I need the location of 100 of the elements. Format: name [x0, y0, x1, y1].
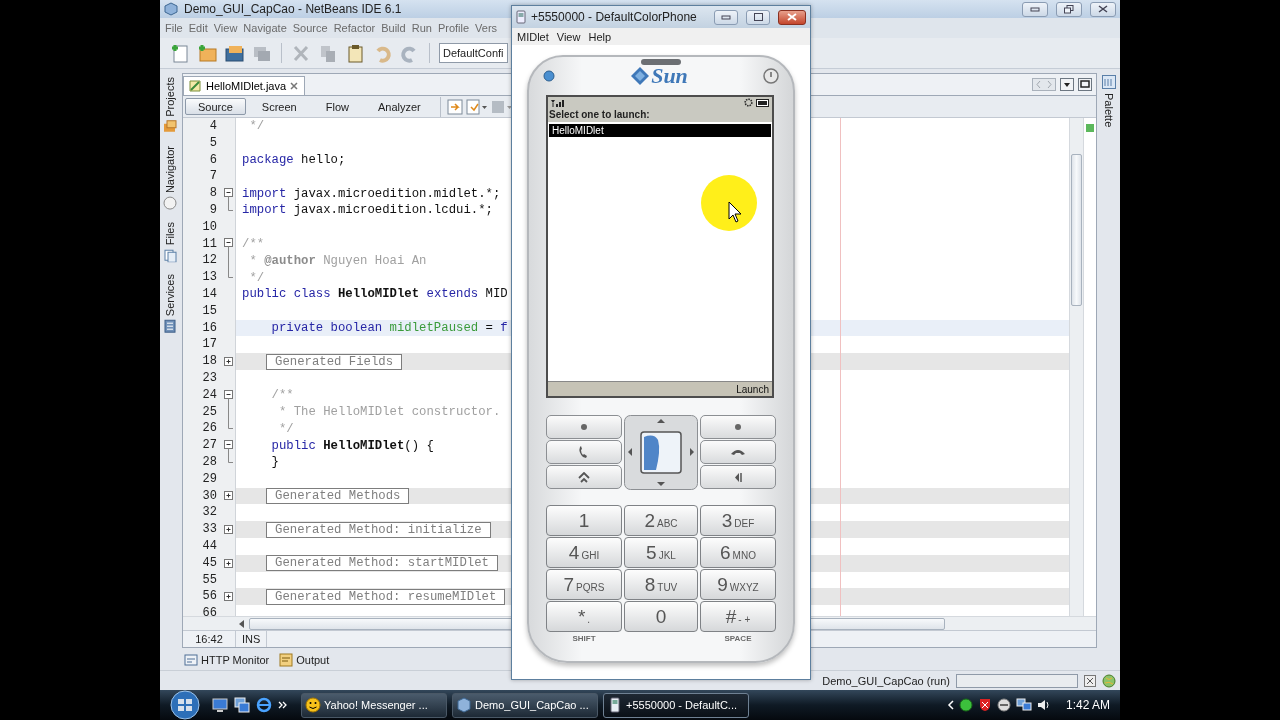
fold-expand-icon[interactable]: [222, 356, 234, 368]
close-icon[interactable]: [290, 82, 299, 90]
fold-collapse-icon[interactable]: [222, 235, 234, 253]
palette-icon: [1102, 75, 1116, 89]
folded-code-label: Generated Method: resumeMIDlet: [266, 588, 506, 605]
editor-tab[interactable]: HelloMIDlet.java: [183, 76, 306, 95]
maximize-icon[interactable]: [1078, 78, 1092, 91]
dropdown-icon[interactable]: [1060, 78, 1074, 91]
window-switch-icon[interactable]: [234, 697, 250, 713]
fold-collapse-icon[interactable]: [222, 437, 234, 455]
left-soft-key[interactable]: [546, 415, 622, 439]
scroll-left-icon[interactable]: [239, 619, 245, 628]
menu-item[interactable]: Build: [378, 22, 409, 34]
menu-item[interactable]: Navigate: [240, 22, 290, 34]
taskbar-button[interactable]: Yahoo! Messenger ...: [301, 692, 447, 718]
status-dot-icon[interactable]: [958, 698, 973, 712]
cancel-icon[interactable]: [1084, 674, 1096, 687]
line-number: 33: [201, 521, 218, 538]
side-tab[interactable]: Services: [163, 274, 177, 334]
keypad-key[interactable]: *.: [546, 601, 622, 632]
keypad-key[interactable]: 2 ABC: [624, 505, 698, 536]
keypad-key[interactable]: 7 PQRS: [546, 569, 622, 600]
fold-expand-icon[interactable]: [222, 591, 234, 603]
menu-item[interactable]: Help: [588, 30, 612, 43]
scrollbar-thumb[interactable]: [1071, 154, 1082, 306]
desktop-icon[interactable]: [212, 697, 228, 713]
keypad-key[interactable]: 8TUV: [624, 569, 698, 600]
close-button[interactable]: [778, 9, 806, 25]
softkey-label[interactable]: Launch: [736, 383, 769, 395]
speaker-icon[interactable]: [1036, 698, 1051, 712]
fold-guide-line: [227, 202, 233, 211]
call-key[interactable]: [546, 440, 622, 464]
view-tab[interactable]: Flow: [312, 98, 362, 115]
menu-item[interactable]: Refactor: [330, 22, 379, 34]
menu-item[interactable]: Edit: [185, 22, 211, 34]
keypad-key[interactable]: 5 JKL: [624, 537, 698, 568]
menu-item[interactable]: Vers: [472, 22, 501, 34]
maximize-button[interactable]: [746, 9, 770, 25]
key-label: SPACE: [723, 634, 753, 643]
view-tab[interactable]: Analyzer: [364, 98, 434, 115]
home-key[interactable]: [546, 465, 622, 489]
menu-item[interactable]: Run: [408, 22, 435, 34]
keypad-key[interactable]: 0: [624, 601, 698, 632]
menu-item[interactable]: View: [210, 22, 241, 34]
restore-button[interactable]: [1056, 1, 1082, 17]
output-tab[interactable]: HTTP Monitor: [184, 653, 270, 667]
history-icon[interactable]: [446, 98, 463, 115]
chevron-left-icon[interactable]: [946, 700, 954, 710]
menu-item[interactable]: Profile: [434, 22, 473, 34]
power-button-icon[interactable]: [763, 68, 779, 84]
side-tab[interactable]: Navigator: [163, 145, 177, 210]
right-soft-key[interactable]: [700, 415, 776, 439]
fold-collapse-icon[interactable]: [222, 185, 234, 203]
side-tab[interactable]: Projects: [163, 77, 177, 134]
menu-item[interactable]: View: [556, 30, 581, 43]
keypad-key[interactable]: 9 WXYZ: [700, 569, 776, 600]
view-tab[interactable]: Source: [185, 98, 246, 115]
dot-icon: [735, 424, 741, 430]
back-key[interactable]: [700, 465, 776, 489]
minimize-button[interactable]: [714, 9, 738, 25]
side-tab[interactable]: Palette: [1102, 75, 1116, 128]
brand-logo: Sun: [630, 63, 688, 89]
shield-icon[interactable]: [977, 698, 992, 712]
line-number: 9: [208, 202, 218, 219]
menu-item[interactable]: Source: [289, 22, 331, 34]
paste-icon[interactable]: [345, 42, 366, 64]
network-icon[interactable]: [1015, 698, 1032, 712]
document-icon[interactable]: [465, 98, 488, 115]
keypad-key[interactable]: 6 MNO: [700, 537, 776, 568]
files-icon: [163, 248, 177, 263]
start-button[interactable]: [168, 690, 202, 720]
more-icon[interactable]: [278, 700, 288, 710]
line-number: 24: [201, 386, 218, 404]
keypad-key[interactable]: 4 GHI: [546, 537, 622, 568]
minimize-button[interactable]: [1022, 1, 1048, 17]
circle-icon[interactable]: [996, 698, 1011, 712]
fold-expand-icon[interactable]: [222, 490, 234, 502]
menu-item[interactable]: MIDlet: [517, 30, 549, 43]
view-tab[interactable]: Screen: [248, 98, 310, 115]
browser-icon[interactable]: [256, 697, 272, 713]
taskbar-button[interactable]: +5550000 - DefaultC...: [603, 692, 749, 718]
fold-expand-icon[interactable]: [222, 557, 234, 569]
new-project-icon[interactable]: [197, 42, 218, 64]
keypad-key[interactable]: #- +: [700, 601, 776, 632]
fold-expand-icon[interactable]: [222, 524, 234, 535]
globe-icon[interactable]: [1102, 673, 1116, 688]
keypad-key[interactable]: 1: [546, 505, 622, 536]
side-tab[interactable]: Files: [163, 221, 177, 263]
output-tab[interactable]: Output: [279, 653, 330, 667]
app-list-item[interactable]: HelloMIDlet: [549, 124, 771, 137]
new-file-icon[interactable]: [170, 42, 191, 64]
close-button[interactable]: [1090, 1, 1116, 17]
navigation-pad[interactable]: [624, 415, 698, 490]
taskbar-button[interactable]: Demo_GUI_CapCao ...: [452, 692, 598, 718]
configuration-dropdown[interactable]: DefaultConfi: [439, 43, 508, 63]
line-number: 4: [208, 118, 218, 135]
keypad-key[interactable]: 3 DEF: [700, 505, 776, 536]
menu-item[interactable]: File: [162, 22, 186, 34]
folder-icon: [163, 119, 177, 134]
end-call-key[interactable]: [700, 440, 776, 464]
